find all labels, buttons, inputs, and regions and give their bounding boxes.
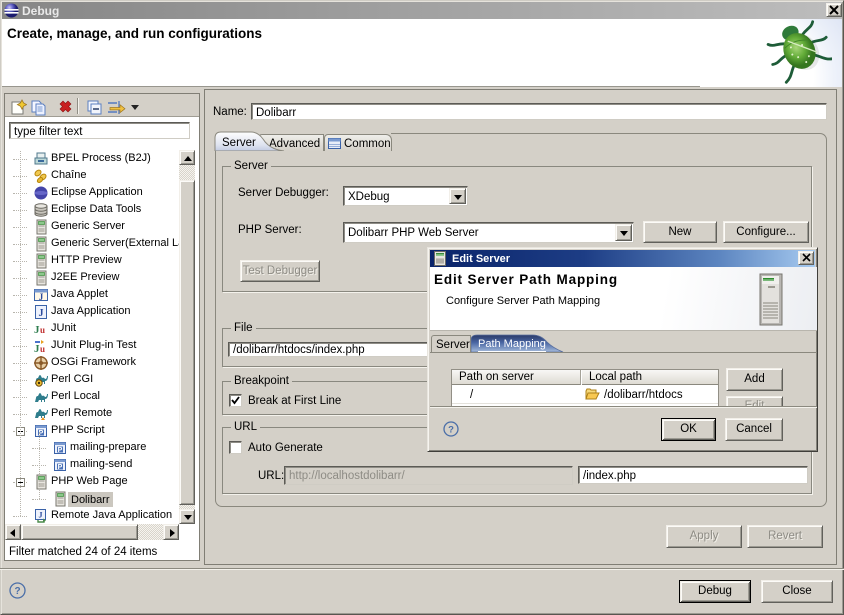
svg-text:J: J bbox=[39, 292, 44, 302]
svg-text:P: P bbox=[58, 464, 63, 471]
svg-text:P: P bbox=[58, 447, 63, 454]
svg-text:u: u bbox=[40, 344, 45, 354]
svg-text:?: ? bbox=[448, 425, 454, 436]
svg-text:J: J bbox=[39, 511, 43, 520]
svg-text:u: u bbox=[40, 325, 45, 335]
svg-text:J: J bbox=[39, 308, 44, 319]
svg-text:?: ? bbox=[14, 586, 20, 597]
